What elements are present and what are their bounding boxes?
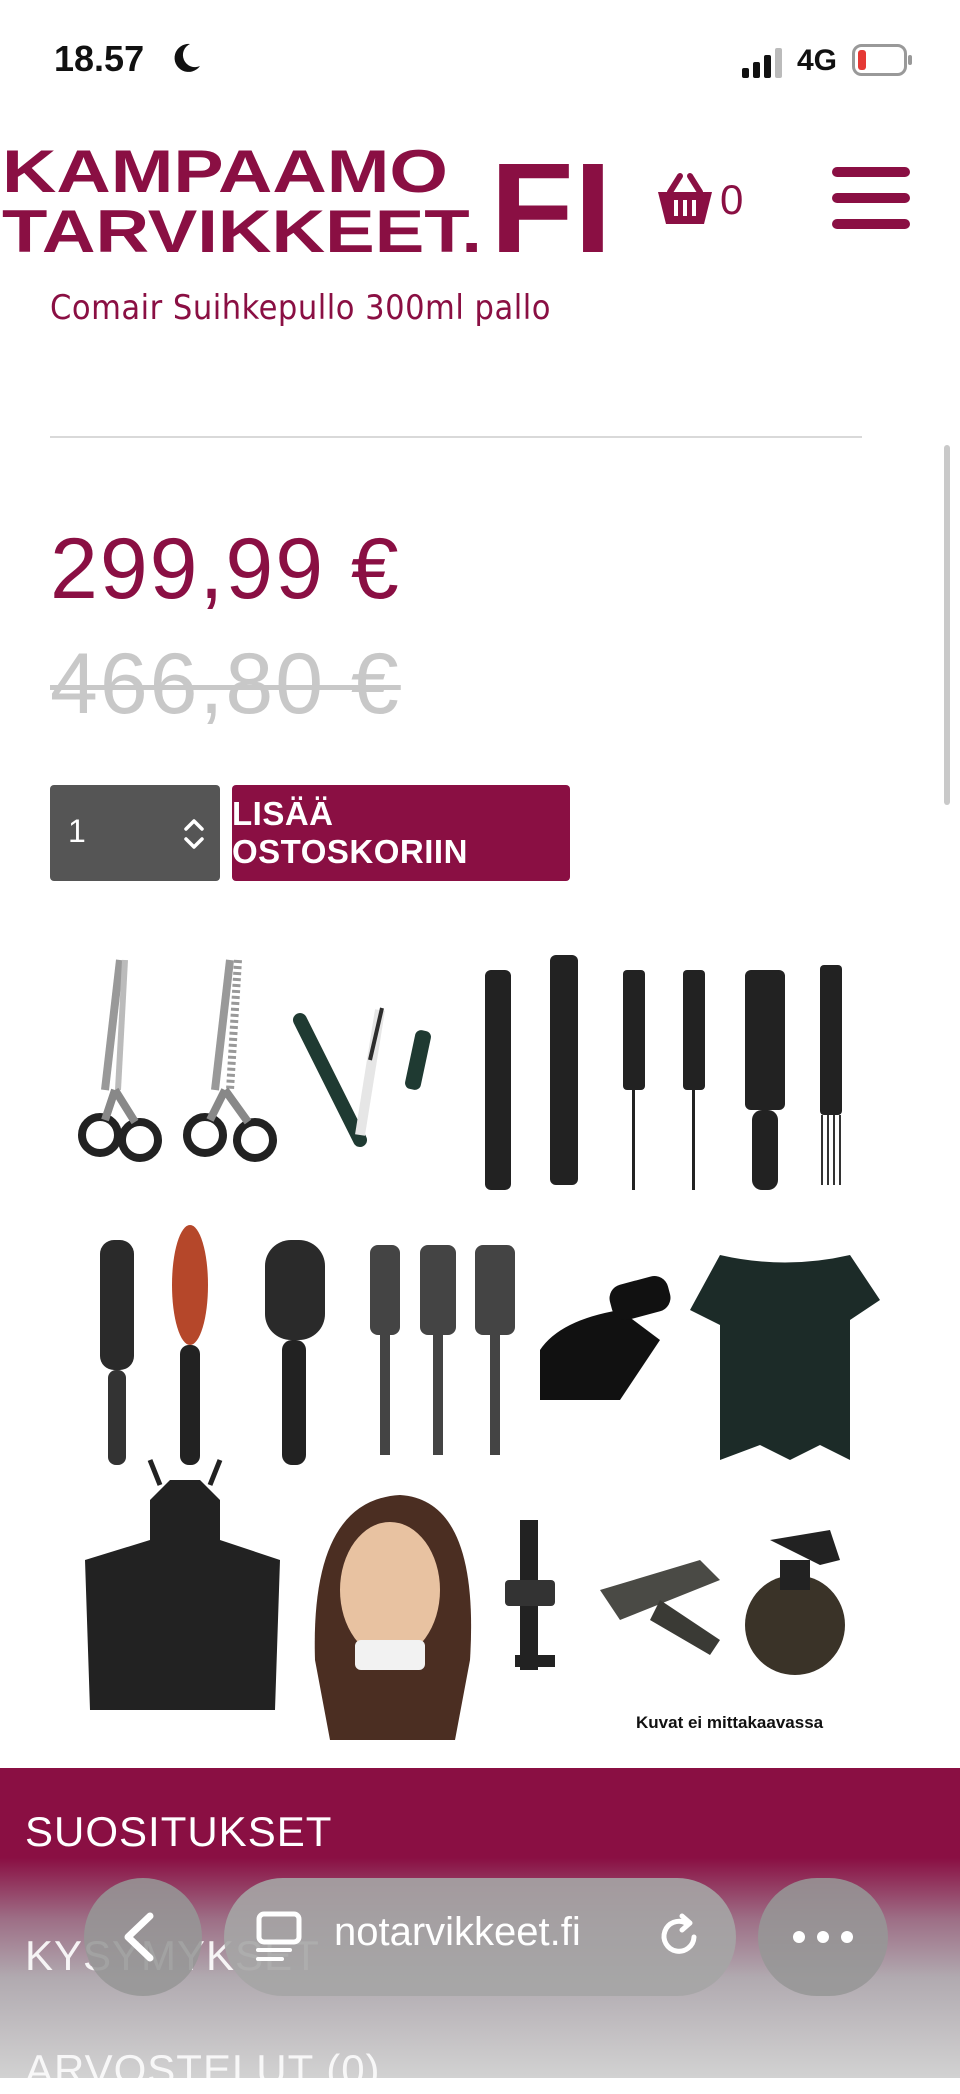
- product-title: Comair Suihkepullo 300ml pallo: [50, 288, 551, 328]
- more-icon: [793, 1931, 853, 1943]
- cape-icon: [690, 1255, 880, 1460]
- tabs-icon[interactable]: [254, 1910, 304, 1964]
- mannequin-head-icon: [314, 1495, 472, 1740]
- url-text[interactable]: notarvikkeet.fi: [334, 1910, 581, 1955]
- add-to-cart-label: LISÄÄ OSTOSKORIIN: [232, 795, 468, 870]
- image-caption: Kuvat ei mittakaavassa: [636, 1713, 824, 1732]
- scrollbar[interactable]: [944, 445, 950, 805]
- thinning-scissors-icon: [183, 959, 277, 1162]
- network-type: 4G: [797, 44, 838, 77]
- back-arrow-icon: [124, 1912, 154, 1962]
- clock: 18.57: [54, 38, 145, 79]
- hamburger-menu-icon[interactable]: [832, 165, 912, 235]
- tab-reviews[interactable]: ARVOSTELUT (0): [25, 2046, 381, 2094]
- tab-recommendations[interactable]: SUOSITUKSET: [25, 1808, 332, 1856]
- product-image: [78, 955, 880, 1740]
- brushes-icon: [100, 1225, 671, 1465]
- svg-text:FI: FI: [490, 140, 612, 265]
- divider: [50, 436, 862, 438]
- scissors-icon: [78, 959, 162, 1162]
- add-to-cart-button[interactable]: LISÄÄ OSTOSKORIIN: [232, 785, 570, 881]
- quantity-stepper[interactable]: 1: [50, 785, 220, 881]
- clamp-icon: [505, 1520, 555, 1670]
- more-button[interactable]: [758, 1878, 888, 1996]
- back-button[interactable]: [84, 1878, 202, 1996]
- reload-icon[interactable]: [654, 1912, 704, 1962]
- apron-icon: [85, 1459, 280, 1710]
- sale-price: 299,99 €: [50, 521, 401, 617]
- quantity-value[interactable]: 1: [68, 813, 86, 850]
- razor-icon: [293, 1007, 431, 1147]
- original-price: 466,80 €: [50, 636, 401, 732]
- battery-icon: [852, 44, 912, 76]
- svg-text:TARVIKKEET.: TARVIKKEET.: [2, 198, 482, 265]
- signal-icon: [742, 48, 782, 78]
- combs-icon: [485, 955, 842, 1190]
- svg-text:KAMPAAMO: KAMPAAMO: [2, 140, 448, 205]
- basket-icon[interactable]: [650, 170, 770, 240]
- stepper-arrows-icon[interactable]: [180, 815, 208, 853]
- moon-icon: [174, 43, 200, 72]
- spray-bottle-icon: [745, 1530, 845, 1675]
- cart-count[interactable]: 0: [720, 176, 743, 224]
- hair-clip-icon: [600, 1560, 720, 1655]
- site-logo[interactable]: KAMPAAMO TARVIKKEET. FI: [0, 140, 620, 265]
- status-bar: 18.57 4G: [0, 0, 960, 120]
- address-bar[interactable]: notarvikkeet.fi: [224, 1878, 736, 1996]
